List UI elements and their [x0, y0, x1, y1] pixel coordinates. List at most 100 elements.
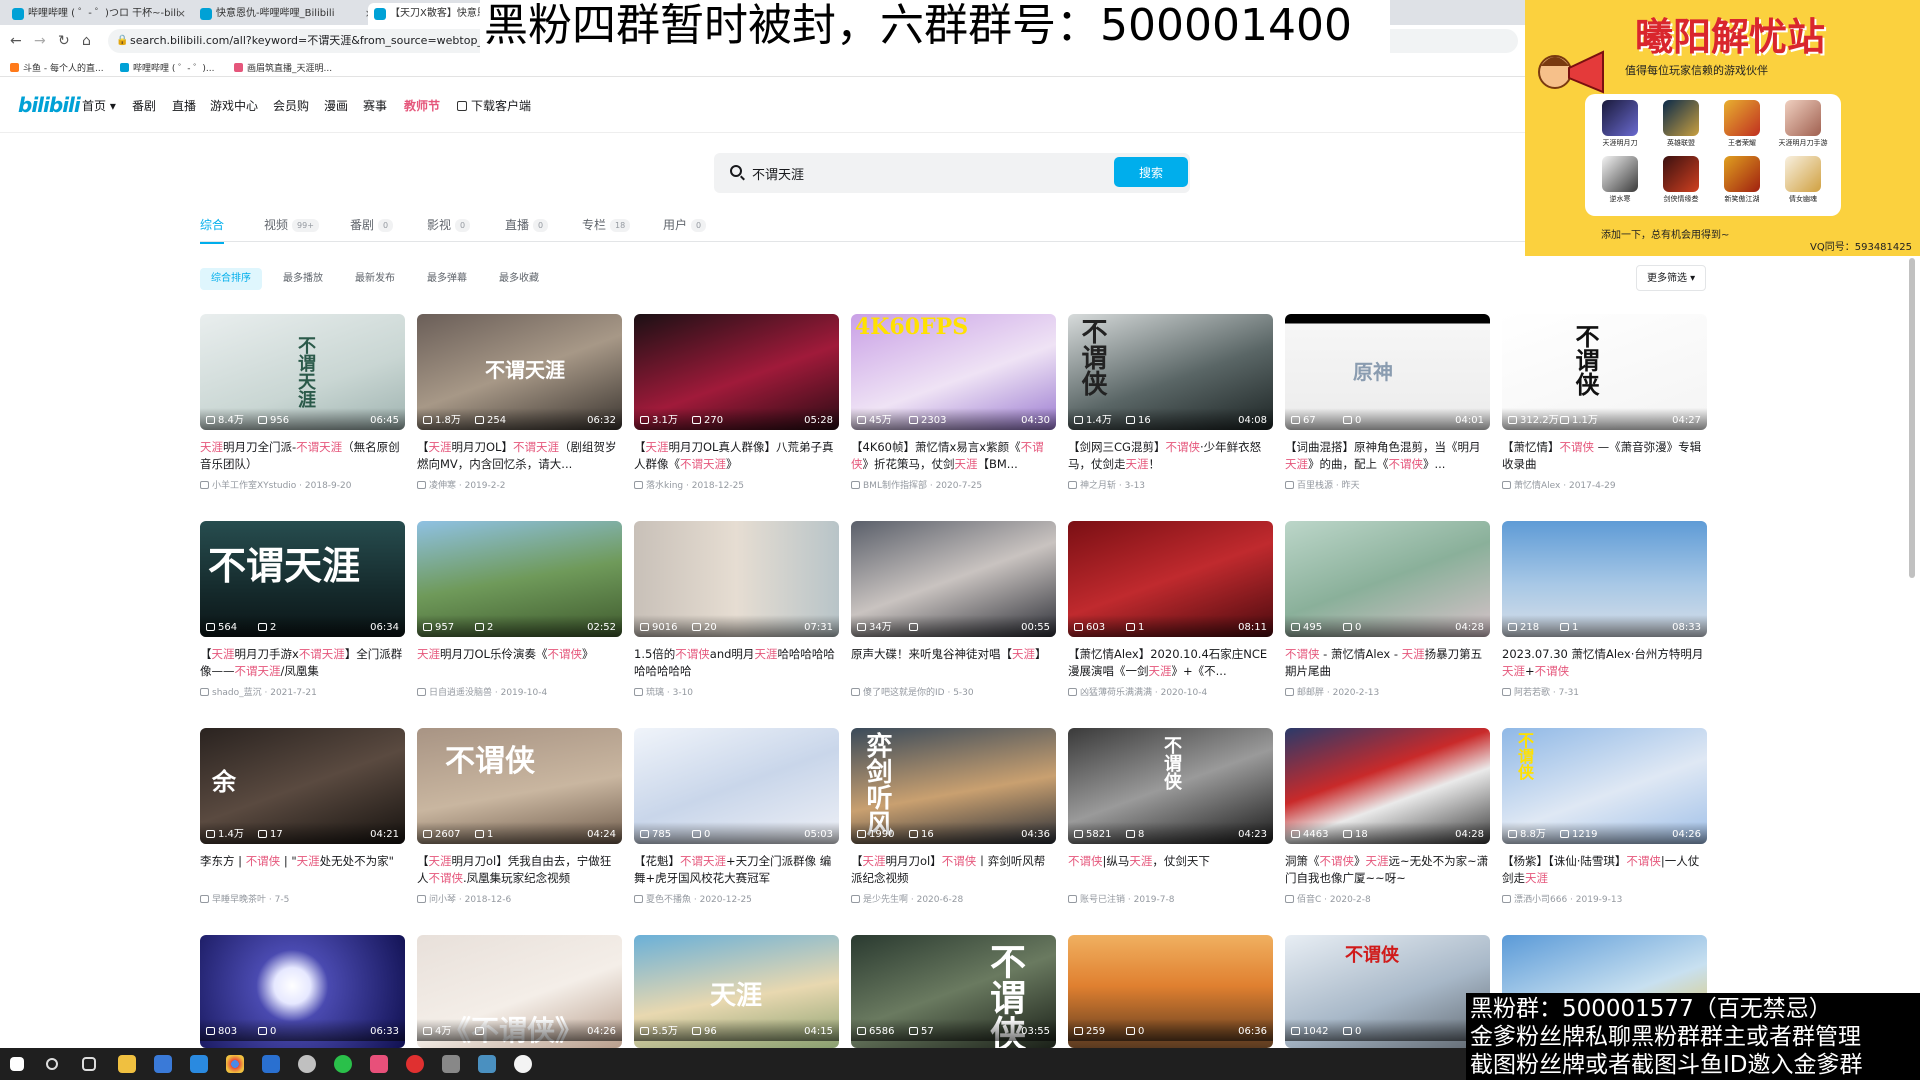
video-title[interactable]: 【剑网三CG混剪】不谓侠·少年鲜衣怒马，仗剑走天涯！	[1068, 439, 1273, 473]
video-title[interactable]: 【杨紫】【诛仙·陆雪琪】不谓侠|一人仗剑走天涯	[1502, 853, 1707, 887]
store-icon[interactable]	[154, 1055, 172, 1073]
video-thumbnail[interactable]: 不谓侠 2607 1 04:24	[417, 728, 622, 844]
video-thumbnail[interactable]: 天涯 5.5万 96 04:15	[634, 935, 839, 1048]
nav-mall[interactable]: 会员购	[273, 97, 309, 114]
uploader-name[interactable]: 日自逍遥没脑兽	[429, 688, 492, 698]
video-title[interactable]: 【花魁】不谓天涯+天刀全门派群像 编舞+虎牙国风校花大赛冠军	[634, 853, 839, 887]
nav-live[interactable]: 直播	[172, 97, 196, 114]
video-thumbnail[interactable]: 余 1.4万 17 04:21	[200, 728, 405, 844]
uploader-name[interactable]: 神之月斩	[1080, 481, 1116, 491]
nav-bangumi[interactable]: 番剧	[132, 97, 156, 114]
uploader-name[interactable]: shado_蓝沉	[212, 688, 262, 698]
video-thumbnail[interactable]: 3.1万 270 05:28	[634, 314, 839, 430]
video-title[interactable]: 2023.07.30 萧忆情Alex·台州方特明月天涯+不谓侠	[1502, 646, 1707, 680]
video-thumbnail[interactable]: 9016 20 07:31	[634, 521, 839, 637]
video-thumbnail[interactable]: 不谓侠 1042 0	[1285, 935, 1490, 1048]
uploader-name[interactable]: 琉璃	[646, 688, 664, 698]
file-explorer-icon[interactable]	[118, 1055, 136, 1073]
video-title[interactable]: 【天涯明月刀手游x不谓天涯】全门派群像——不谓天涯/凤凰集	[200, 646, 405, 680]
video-thumbnail[interactable]: 4463 18 04:28	[1285, 728, 1490, 844]
app-icon[interactable]	[262, 1055, 280, 1073]
video-title[interactable]: 【萧忆情Alex】2020.10.4石家庄NCE漫展演唱《一剑天涯》+《不...	[1068, 646, 1273, 680]
back-icon[interactable]: ←	[10, 33, 22, 49]
app-icon[interactable]	[442, 1055, 460, 1073]
tab-video[interactable]: 视频 99+	[264, 216, 319, 233]
video-thumbnail[interactable]: 《不谓侠》4万04:26	[417, 935, 622, 1048]
home-icon[interactable]: ⌂	[82, 33, 91, 49]
uploader-name[interactable]: 小羊工作室XYstudio	[212, 481, 296, 491]
video-title[interactable]: 天涯明月刀全门派-不谓天涯（無名原创音乐团队）	[200, 439, 405, 473]
nav-home[interactable]: 首页 ▾	[82, 97, 116, 114]
video-title[interactable]: 1.5倍的不谓侠and明月天涯哈哈哈哈哈哈哈哈哈哈	[634, 646, 839, 680]
video-thumbnail[interactable]: 不谓侠 5821 8 04:23	[1068, 728, 1273, 844]
uploader-name[interactable]: 问小琴	[429, 895, 456, 905]
uploader-name[interactable]: 账号已注销	[1080, 895, 1125, 905]
tab-film[interactable]: 影视 0	[427, 216, 471, 233]
tab-live[interactable]: 直播 0	[505, 216, 549, 233]
video-title[interactable]: 【萧忆情】不谓侠 —《萧音弥漫》专辑收录曲	[1502, 439, 1707, 473]
video-title[interactable]: 【4K60帧】萧忆情x易言x紫颜《不谓侠》折花策马，仗剑天涯【BM...	[851, 439, 1056, 473]
video-thumbnail[interactable]: 603 1 08:11	[1068, 521, 1273, 637]
search-input[interactable]	[752, 159, 1112, 187]
bookmark-douyu[interactable]: 斗鱼 - 每个人的直...	[10, 61, 104, 74]
video-thumbnail[interactable]: 不谓侠 6586 57 03:55	[851, 935, 1056, 1048]
download-client-link[interactable]: 下载客户端	[457, 97, 531, 114]
sort-most-danmu[interactable]: 最多弹幕	[416, 268, 478, 290]
scrollbar[interactable]	[1909, 258, 1915, 578]
tab-bangumi[interactable]: 番剧 0	[350, 216, 394, 233]
nav-esports[interactable]: 赛事	[363, 97, 387, 114]
video-thumbnail[interactable]: 不谓天涯 8.4万 956 06:45	[200, 314, 405, 430]
wechat-icon[interactable]	[334, 1055, 352, 1073]
video-title[interactable]: 原声大碟！来听鬼谷神徒对唱【天涯】	[851, 646, 1056, 680]
video-thumbnail[interactable]: 34万 00:55	[851, 521, 1056, 637]
uploader-name[interactable]: 漂洒小司666	[1514, 895, 1567, 905]
app-icon[interactable]	[478, 1055, 496, 1073]
sort-most-played[interactable]: 最多播放	[272, 268, 334, 290]
video-title[interactable]: 洞箫《不谓侠》天涯远~无处不为家~潇门自我也像广厦~~呀~	[1285, 853, 1490, 887]
video-thumbnail[interactable]: 弈剑听风 1990 16 04:36	[851, 728, 1056, 844]
bookmark-bilibili[interactable]: 哔哩哔哩 ( ゜- ゜)...	[120, 61, 214, 74]
app-icon[interactable]	[298, 1055, 316, 1073]
uploader-name[interactable]: 邮邮胖	[1297, 688, 1324, 698]
sort-comprehensive[interactable]: 综合排序	[200, 268, 262, 290]
uploader-name[interactable]: 凌伸寒	[429, 481, 456, 491]
uploader-name[interactable]: 百里栈源	[1297, 481, 1333, 491]
nav-game-center[interactable]: 游戏中心	[210, 97, 258, 114]
video-thumbnail[interactable]: 不谓天涯 564 2 06:34	[200, 521, 405, 637]
video-thumbnail[interactable]: 803 0 06:33	[200, 935, 405, 1048]
chrome-icon[interactable]	[226, 1055, 244, 1073]
video-title[interactable]: 【词曲混搭】原神角色混剪，当《明月天涯》的曲，配上《不谓侠》...	[1285, 439, 1490, 473]
uploader-name[interactable]: 落水king	[646, 481, 683, 491]
app-icon[interactable]	[370, 1055, 388, 1073]
bilibili-logo[interactable]: bilibili	[18, 93, 81, 117]
uploader-name[interactable]: 阿若若歌	[1514, 688, 1550, 698]
close-icon[interactable]: ×	[177, 3, 186, 25]
video-title[interactable]: 不谓侠 - 萧忆情Alex - 天涯扬暴刀第五期片尾曲	[1285, 646, 1490, 680]
video-thumbnail[interactable]: 4K60FPS 45万 2303 04:30	[851, 314, 1056, 430]
tab-user[interactable]: 用户 0	[663, 216, 707, 233]
video-title[interactable]: 【天涯明月刀OL真人群像】八荒弟子真人群像《不谓天涯》	[634, 439, 839, 473]
task-view-icon[interactable]	[82, 1057, 96, 1071]
uploader-name[interactable]: 夏色不播魚	[646, 895, 691, 905]
more-filter-button[interactable]: 更多筛选 ▾	[1636, 265, 1707, 291]
video-thumbnail[interactable]: 218 1 08:33	[1502, 521, 1707, 637]
windows-start-icon[interactable]	[10, 1057, 24, 1071]
video-thumbnail[interactable]: 957 2 02:52	[417, 521, 622, 637]
bookmark-huamei[interactable]: 画眉筑直播_天涯明...	[234, 61, 332, 74]
uploader-name[interactable]: 傻了吧这就是你的ID	[863, 688, 945, 698]
uploader-name[interactable]: 是少先生啊	[863, 895, 908, 905]
uploader-name[interactable]: 早睡早晚茶叶	[212, 895, 266, 905]
tab-article[interactable]: 专栏 18	[582, 216, 631, 233]
video-title[interactable]: 李东方 | 不谓侠 | "天涯处无处不为家"	[200, 853, 405, 887]
browser-tab-2[interactable]: 快意恩仇-哔哩哔哩_Bilibili ×	[194, 3, 380, 25]
tab-all[interactable]: 综合	[200, 216, 224, 244]
reload-icon[interactable]: ↻	[58, 33, 70, 49]
uploader-name[interactable]: 凶猛薄荷乐满满满	[1080, 688, 1152, 698]
search-icon[interactable]	[46, 1058, 58, 1070]
uploader-name[interactable]: 佰音C	[1297, 895, 1321, 905]
search-button[interactable]: 搜索	[1114, 157, 1188, 187]
video-thumbnail[interactable]: 不谓天涯 1.8万 254 06:32	[417, 314, 622, 430]
video-thumbnail[interactable]: 259 0 06:36	[1068, 935, 1273, 1048]
video-thumbnail[interactable]: 785 0 05:03	[634, 728, 839, 844]
video-thumbnail[interactable]: 不谓侠 312.2万 1.1万 04:27	[1502, 314, 1707, 430]
